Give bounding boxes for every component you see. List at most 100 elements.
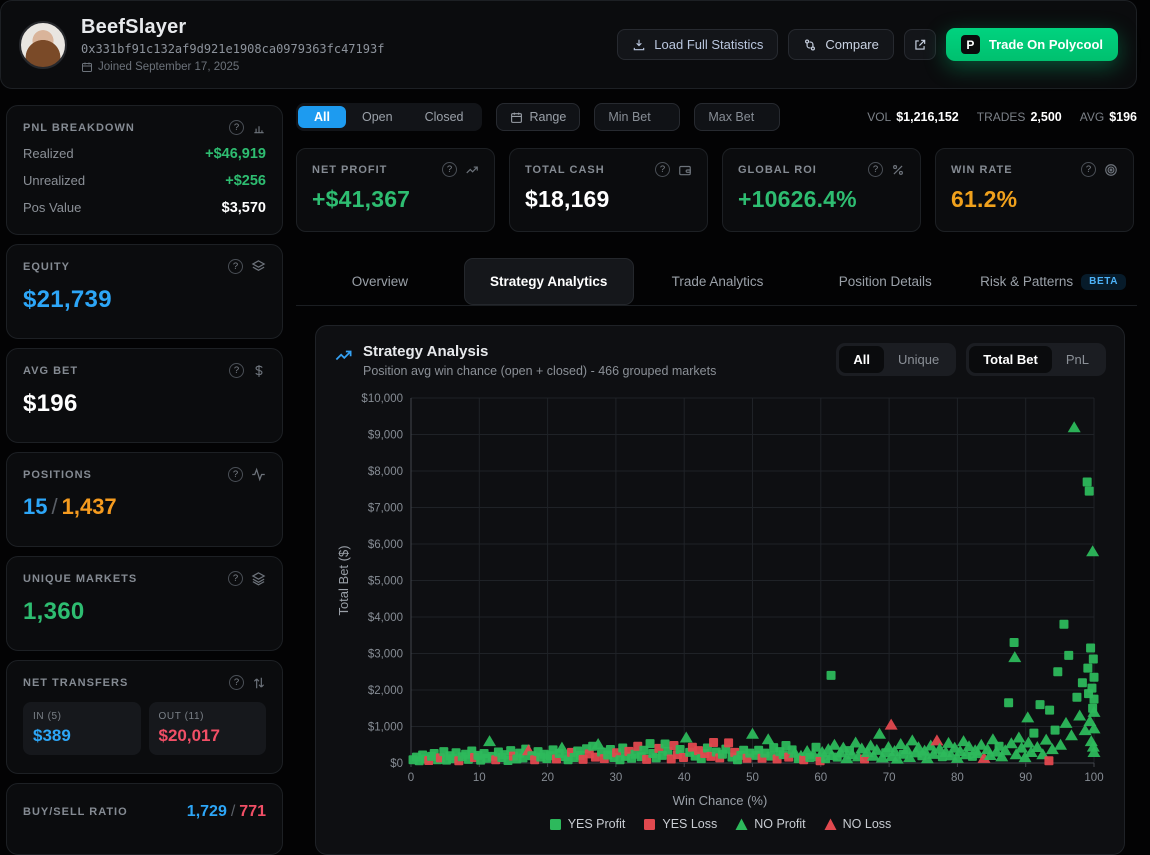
help-icon[interactable]: ? [655, 162, 670, 177]
scatter-point-np [1021, 711, 1034, 722]
buy-sell-value: 1,729/771 [187, 803, 266, 821]
x-tick-label: 20 [541, 772, 554, 784]
positions-title: POSITIONS [23, 469, 92, 481]
volume-stats: VOL$1,216,152 TRADES2,500 AVG$196 [867, 110, 1137, 124]
x-tick-label: 10 [473, 772, 486, 784]
tab-strategy-analytics[interactable]: Strategy Analytics [464, 258, 634, 305]
toggle-all[interactable]: All [839, 346, 884, 373]
segment-all[interactable]: All [298, 106, 346, 128]
net-transfers-title: NET TRANSFERS [23, 677, 128, 689]
help-icon[interactable]: ? [228, 259, 243, 274]
max-bet-input[interactable] [708, 110, 766, 124]
profile-header: BeefSlayer 0x331bf91c132af9d921e1908ca09… [0, 0, 1137, 89]
scatter-point-yp [1086, 644, 1095, 653]
trade-on-polycool-button[interactable]: P Trade On Polycool [946, 28, 1118, 61]
help-icon[interactable]: ? [228, 467, 243, 482]
filter-bar: All Open Closed Range VOL$1,216,152 TRAD… [296, 103, 1137, 131]
main-content: All Open Closed Range VOL$1,216,152 TRAD… [296, 103, 1137, 855]
avg-bet-card: AVG BET ? $196 [6, 348, 283, 443]
scatter-point-np [1012, 731, 1025, 742]
scatter-point-yp [1053, 667, 1062, 676]
tab-trade-analytics[interactable]: Trade Analytics [634, 258, 802, 305]
help-icon[interactable]: ? [228, 571, 243, 586]
x-tick-label: 40 [678, 772, 691, 784]
joined-date: Joined September 17, 2025 [98, 61, 239, 73]
equity-card: EQUITY ? $21,739 [6, 244, 283, 339]
x-tick-label: 30 [610, 772, 623, 784]
legend-label: NO Loss [843, 817, 892, 831]
help-icon[interactable]: ? [1081, 162, 1096, 177]
total-cash-value: $18,169 [525, 186, 692, 213]
net-profit-value: +$41,367 [312, 186, 479, 213]
legend-square-icon [549, 818, 562, 831]
scatter-point-yl [724, 738, 733, 747]
help-icon[interactable]: ? [229, 120, 244, 135]
min-bet-input[interactable] [608, 110, 666, 124]
tab-overview[interactable]: Overview [296, 258, 464, 305]
legend-label: YES Loss [662, 817, 717, 831]
scatter-point-yp [1004, 698, 1013, 707]
scatter-point-yp [1083, 664, 1092, 673]
scatter-point-yp [1059, 620, 1068, 629]
scatter-point-yp [646, 739, 655, 748]
help-icon[interactable]: ? [229, 675, 244, 690]
total-cash-card: TOTAL CASH ? $18,169 [509, 148, 708, 232]
scatter-point-np [828, 739, 841, 750]
compare-button[interactable]: Compare [788, 29, 893, 60]
legend-square-icon [643, 818, 656, 831]
toggle-pnl[interactable]: PnL [1052, 346, 1103, 373]
load-full-statistics-button[interactable]: Load Full Statistics [617, 29, 778, 60]
scatter-point-np [680, 731, 693, 742]
scatter-point-yp [1045, 706, 1054, 715]
legend-item: YES Loss [643, 817, 717, 831]
min-bet-field[interactable] [594, 103, 680, 131]
global-roi-value: +10626.4% [738, 186, 905, 213]
x-tick-label: 50 [746, 772, 759, 784]
tab-position-details[interactable]: Position Details [801, 258, 969, 305]
pnl-breakdown-title: PNL BREAKDOWN [23, 122, 135, 134]
metric-toggle: Total Bet PnL [966, 343, 1106, 376]
equity-title: EQUITY [23, 261, 70, 273]
scatter-point-np [1059, 717, 1072, 728]
scatter-point-np [873, 728, 886, 739]
scatter-point-yp [1078, 678, 1087, 687]
global-roi-title: GLOBAL ROI [738, 164, 817, 176]
transfers-out-label: OUT (11) [159, 711, 257, 722]
scatter-point-yp [1085, 487, 1094, 496]
segment-closed[interactable]: Closed [409, 106, 480, 128]
panel-subtitle: Position avg win chance (open + closed) … [363, 364, 716, 378]
scatter-point-np [762, 733, 775, 744]
dollar-icon [252, 364, 266, 378]
unique-markets-value: 1,360 [23, 598, 266, 626]
help-icon[interactable]: ? [868, 162, 883, 177]
calendar-icon [510, 111, 523, 124]
wallet-address: 0x331bf91c132af9d921e1908ca0979363fc4719… [81, 42, 384, 56]
scatter-point-np [1068, 421, 1081, 432]
wallet-icon [678, 163, 692, 177]
scatter-point-np [1040, 734, 1053, 745]
help-icon[interactable]: ? [229, 363, 244, 378]
toggle-total-bet[interactable]: Total Bet [969, 346, 1052, 373]
pnl-row-label: Unrealized [23, 173, 85, 189]
layers-icon [251, 259, 266, 274]
y-tick-label: $10,000 [361, 393, 403, 405]
unique-markets-card: UNIQUE MARKETS ? 1,360 [6, 556, 283, 651]
scope-toggle: All Unique [836, 343, 956, 376]
range-button[interactable]: Range [496, 103, 581, 131]
y-tick-label: $0 [390, 758, 403, 770]
toggle-unique[interactable]: Unique [884, 346, 953, 373]
scatter-point-yp [1083, 477, 1092, 486]
net-profit-card: NET PROFIT ? +$41,367 [296, 148, 495, 232]
scatter-point-yp [1051, 726, 1060, 735]
legend-triangle-icon [735, 818, 748, 831]
x-axis-title: Win Chance (%) [334, 793, 1106, 808]
tab-bar: Overview Strategy Analytics Trade Analyt… [296, 258, 1137, 306]
net-transfers-card: NET TRANSFERS ? IN (5) $389 OUT (11) $20… [6, 660, 283, 774]
tab-risk-patterns[interactable]: Risk & PatternsBETA [969, 258, 1137, 305]
segment-open[interactable]: Open [346, 106, 409, 128]
total-cash-title: TOTAL CASH [525, 164, 605, 176]
help-icon[interactable]: ? [442, 162, 457, 177]
vol-value: $1,216,152 [896, 110, 959, 124]
external-link-button[interactable] [904, 29, 936, 60]
max-bet-field[interactable] [694, 103, 780, 131]
